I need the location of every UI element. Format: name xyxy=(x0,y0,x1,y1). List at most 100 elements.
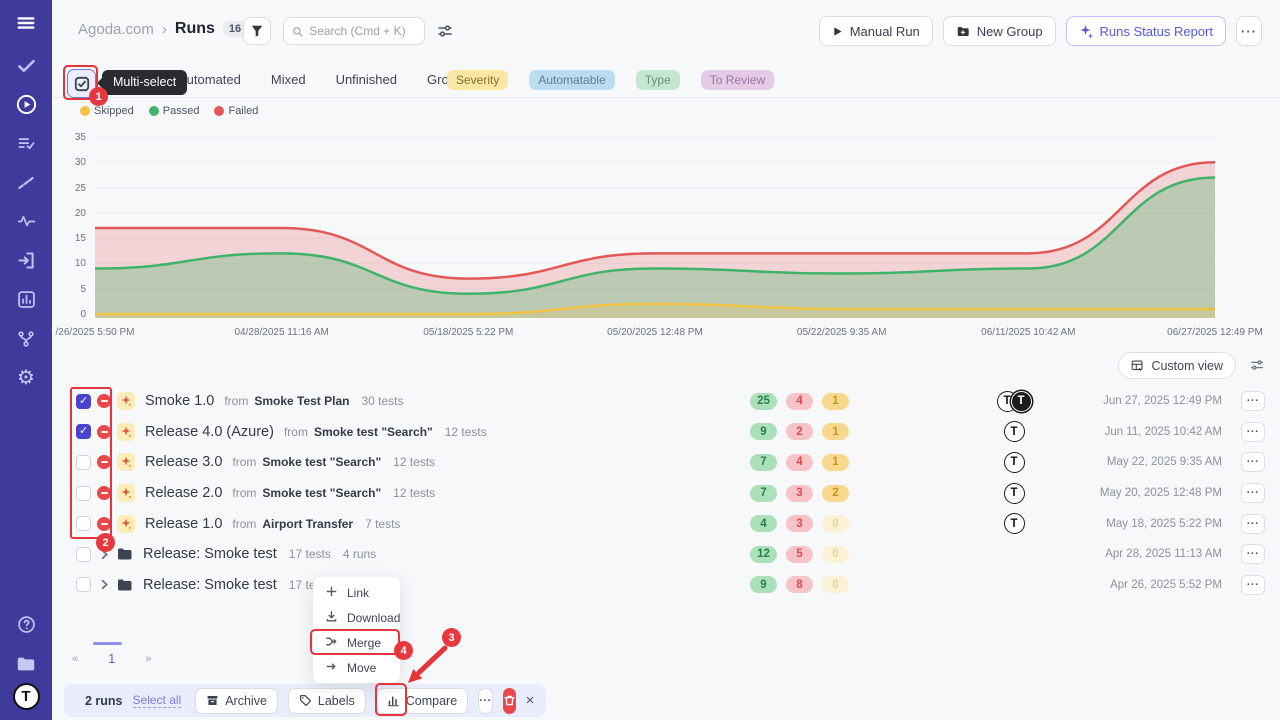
custom-view-button[interactable]: Custom view xyxy=(1118,352,1236,379)
select-all-link[interactable]: Select all xyxy=(133,693,182,708)
page-number-active[interactable]: 1 xyxy=(100,645,123,672)
run-name[interactable]: Release: Smoke test xyxy=(143,546,277,562)
run-name[interactable]: Release 2.0 xyxy=(145,485,222,501)
labels-button[interactable]: Labels xyxy=(288,688,366,714)
automated-run-icon xyxy=(117,484,135,502)
filter-tab[interactable]: Mixed xyxy=(271,72,306,87)
x-tick-label: /26/2025 5:50 PM xyxy=(56,327,135,338)
archive-button[interactable]: Archive xyxy=(195,688,278,714)
context-menu-item-label: Move xyxy=(347,661,376,675)
y-tick-label: 35 xyxy=(58,132,86,143)
context-menu-item[interactable]: Link xyxy=(313,580,400,605)
branch-icon[interactable] xyxy=(0,319,52,358)
row-checkbox[interactable] xyxy=(76,516,91,531)
row-more-button[interactable]: ··· xyxy=(1241,483,1265,503)
assignee-avatars: T xyxy=(982,452,1046,473)
activity-icon[interactable] xyxy=(0,202,52,241)
filter-tab[interactable]: Automated xyxy=(178,72,241,87)
legend-item[interactable]: Failed xyxy=(214,105,258,117)
row-more-button[interactable]: ··· xyxy=(1241,452,1265,472)
list-check-icon[interactable] xyxy=(0,124,52,163)
run-source[interactable]: Smoke test "Search" xyxy=(262,486,381,500)
filter-pill[interactable]: Automatable xyxy=(529,70,614,90)
runs-status-report-button[interactable]: Runs Status Report xyxy=(1066,16,1226,46)
passed-badge: 9 xyxy=(750,423,777,440)
context-menu-item[interactable]: Move xyxy=(313,655,400,680)
run-source[interactable]: Airport Transfer xyxy=(262,517,353,531)
new-group-button[interactable]: New Group xyxy=(943,16,1056,46)
breadcrumb-project[interactable]: Agoda.com xyxy=(78,21,154,38)
runs-chart-svg xyxy=(95,135,1215,320)
row-more-button[interactable]: ··· xyxy=(1241,391,1265,411)
gear-icon[interactable]: ⚙ xyxy=(0,358,52,397)
skipped-badge: 2 xyxy=(822,485,849,502)
row-more-button[interactable]: ··· xyxy=(1241,575,1265,595)
chevron-right-icon[interactable] xyxy=(99,579,110,590)
sparkles-icon xyxy=(1079,24,1093,38)
run-date: May 18, 2025 5:22 PM xyxy=(1106,518,1222,530)
chart-box-icon[interactable] xyxy=(0,280,52,319)
menu-icon[interactable] xyxy=(0,0,52,46)
row-checkbox[interactable] xyxy=(76,394,91,409)
filter-tab[interactable]: Unfinished xyxy=(336,72,397,87)
avatar: T xyxy=(1004,452,1025,473)
check-icon[interactable] xyxy=(0,46,52,85)
row-checkbox[interactable] xyxy=(76,577,91,592)
row-checkbox[interactable] xyxy=(76,455,91,470)
filter-button[interactable] xyxy=(243,17,271,45)
run-name[interactable]: Smoke 1.0 xyxy=(145,393,214,409)
run-name[interactable]: Release: Smoke test xyxy=(143,577,277,593)
run-name[interactable]: Release 1.0 xyxy=(145,516,222,532)
filter-pill[interactable]: Severity xyxy=(447,70,508,90)
steps-icon[interactable] xyxy=(0,163,52,202)
search-input[interactable] xyxy=(309,24,416,38)
multi-select-button[interactable] xyxy=(67,69,96,98)
context-menu-item[interactable]: Download xyxy=(313,605,400,630)
run-source[interactable]: Smoke test "Search" xyxy=(314,425,433,439)
filter-pill[interactable]: Type xyxy=(636,70,680,90)
row-checkbox[interactable] xyxy=(76,547,91,562)
close-selection-icon[interactable]: × xyxy=(526,689,535,713)
legend-item[interactable]: Skipped xyxy=(80,105,134,117)
context-menu-item-icon xyxy=(325,660,338,676)
y-tick-label: 20 xyxy=(58,208,86,219)
automated-run-icon xyxy=(117,423,135,441)
view-settings-icon[interactable] xyxy=(1249,358,1265,377)
runs-trend-chart xyxy=(95,135,1215,320)
group-runs-count: 4 runs xyxy=(343,547,376,561)
play-circle-icon[interactable] xyxy=(0,85,52,124)
help-icon[interactable] xyxy=(0,605,52,644)
run-tests-count: 17 tests xyxy=(289,547,331,561)
page-prev-button[interactable]: « xyxy=(72,653,78,665)
folder-icon[interactable] xyxy=(0,644,52,683)
run-name[interactable]: Release 3.0 xyxy=(145,454,222,470)
compare-button[interactable]: Compare xyxy=(376,688,468,714)
run-source[interactable]: Smoke Test Plan xyxy=(254,394,349,408)
delete-button[interactable] xyxy=(503,688,516,714)
import-icon[interactable] xyxy=(0,241,52,280)
search-box[interactable] xyxy=(283,17,425,45)
header-more-button[interactable]: ··· xyxy=(1236,16,1262,46)
filter-row: AutomatedMixedUnfinishedGroups SeverityA… xyxy=(52,62,1280,98)
run-name[interactable]: Release 4.0 (Azure) xyxy=(145,424,274,440)
legend-item[interactable]: Passed xyxy=(149,105,200,117)
row-checkbox[interactable] xyxy=(76,424,91,439)
selection-more-button[interactable]: ··· xyxy=(478,688,493,714)
chevron-right-icon[interactable] xyxy=(99,549,110,560)
passed-badge: 12 xyxy=(750,546,777,563)
annotation-step-3: 3 xyxy=(442,628,461,647)
result-badges: 9 2 1 xyxy=(750,423,849,440)
y-tick-label: 30 xyxy=(58,157,86,168)
row-more-button[interactable]: ··· xyxy=(1241,544,1265,564)
run-date: Apr 26, 2025 5:52 PM xyxy=(1110,579,1222,591)
filter-pill[interactable]: To Review xyxy=(701,70,774,90)
context-menu-item[interactable]: Merge xyxy=(313,630,400,655)
row-more-button[interactable]: ··· xyxy=(1241,514,1265,534)
page-next-button[interactable]: » xyxy=(145,653,151,665)
run-source[interactable]: Smoke test "Search" xyxy=(262,455,381,469)
row-more-button[interactable]: ··· xyxy=(1241,422,1265,442)
row-checkbox[interactable] xyxy=(76,486,91,501)
adjustments-icon[interactable] xyxy=(437,23,453,44)
manual-run-button[interactable]: Manual Run xyxy=(819,16,933,46)
app-logo[interactable]: T xyxy=(13,683,40,710)
